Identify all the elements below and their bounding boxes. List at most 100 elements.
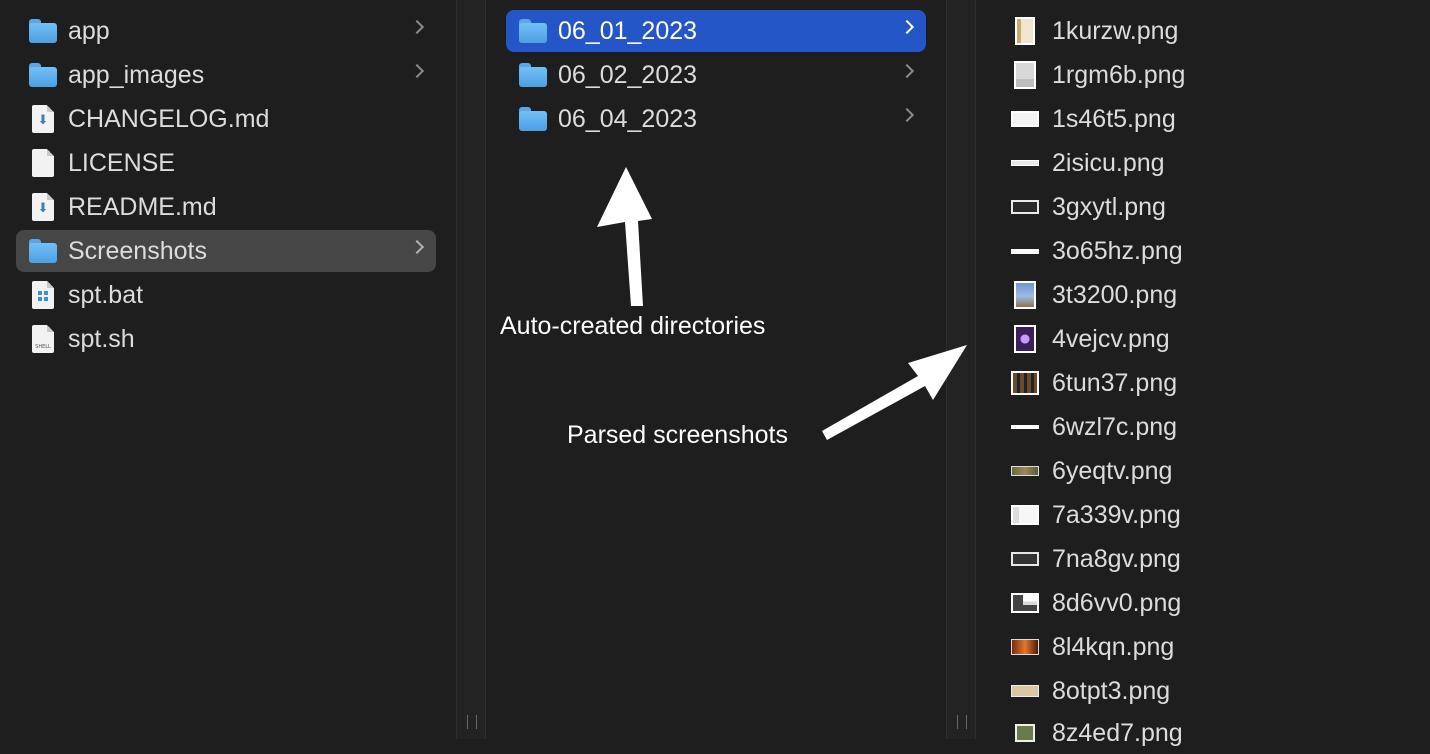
item-label: 6tun37.png [1052,368,1178,397]
item-label: 4vejcv.png [1052,324,1170,353]
item-label: 1rgm6b.png [1052,60,1186,89]
folder-icon [518,106,548,132]
item-label: 06_01_2023 [558,16,698,45]
image-thumbnail-icon [1010,236,1040,266]
column-root: app app_images ⬇ CHANGELOG.md LICENSE ⬇ … [0,0,456,739]
item-license-file[interactable]: LICENSE [16,142,436,184]
item-label: 8z4ed7.png [1052,718,1183,747]
file-row[interactable]: 1s46t5.png [996,98,1416,140]
chevron-right-icon [899,63,915,79]
file-row[interactable]: 8d6vv0.png [996,582,1416,624]
image-thumbnail-icon [1010,412,1040,442]
image-thumbnail-icon [1010,148,1040,178]
item-changelog-file[interactable]: ⬇ CHANGELOG.md [16,98,436,140]
item-label: 8otpt3.png [1052,676,1171,705]
item-label: 3t3200.png [1052,280,1178,309]
image-thumbnail-icon [1010,104,1040,134]
column-resize-handle[interactable] [456,0,486,739]
item-label: CHANGELOG.md [68,104,270,133]
shell-badge: SHELL [35,344,51,350]
item-label: 7a339v.png [1052,500,1181,529]
item-label: 1kurzw.png [1052,16,1179,45]
item-spt-bat-file[interactable]: spt.bat [16,274,436,316]
item-label: 7na8gv.png [1052,544,1181,573]
item-label: Screenshots [68,236,207,265]
item-screenshots-folder[interactable]: Screenshots [16,230,436,272]
file-row[interactable]: 6yeqtv.png [996,450,1416,492]
image-thumbnail-icon [1010,60,1040,90]
markdown-file-icon: ⬇ [32,193,54,221]
folder-icon [518,62,548,88]
file-row[interactable]: 6wzl7c.png [996,406,1416,448]
file-row[interactable]: 8l4kqn.png [996,626,1416,668]
image-thumbnail-icon [1010,718,1040,748]
column-screenshots: 06_01_2023 06_02_2023 06_04_2023 [486,0,946,739]
folder-icon [28,18,58,44]
item-label: spt.sh [68,324,135,353]
item-label: app [68,16,110,45]
item-label: 6wzl7c.png [1052,412,1178,441]
item-folder-06-02-2023[interactable]: 06_02_2023 [506,54,926,96]
folder-icon [28,62,58,88]
chevron-right-icon [409,63,425,79]
file-row[interactable]: 3t3200.png [996,274,1416,316]
file-row[interactable]: 6tun37.png [996,362,1416,404]
image-thumbnail-icon [1010,500,1040,530]
file-icon [32,149,54,177]
item-app-folder[interactable]: app [16,10,436,52]
resize-grip-icon [957,715,967,729]
image-thumbnail-icon [1010,588,1040,618]
item-folder-06-01-2023[interactable]: 06_01_2023 [506,10,926,52]
resize-grip-icon [467,715,477,729]
image-thumbnail-icon [1010,368,1040,398]
item-label: LICENSE [68,148,175,177]
item-readme-file[interactable]: ⬇ README.md [16,186,436,228]
item-label: app_images [68,60,205,89]
folder-icon [518,18,548,44]
file-row[interactable]: 1kurzw.png [996,10,1416,52]
image-thumbnail-icon [1010,632,1040,662]
column-resize-handle[interactable] [946,0,976,739]
file-row[interactable]: 4vejcv.png [996,318,1416,360]
markdown-file-icon: ⬇ [32,105,54,133]
item-label: 8l4kqn.png [1052,632,1175,661]
annotation-directories: Auto-created directories [500,312,766,340]
chevron-right-icon [899,107,915,123]
item-spt-sh-file[interactable]: SHELL spt.sh [16,318,436,360]
batch-file-icon [32,281,54,309]
item-label: spt.bat [68,280,144,309]
item-label: 1s46t5.png [1052,104,1176,133]
item-label: 6yeqtv.png [1052,456,1173,485]
image-thumbnail-icon [1010,324,1040,354]
item-label: 8d6vv0.png [1052,588,1182,617]
image-thumbnail-icon [1010,192,1040,222]
column-06-01-2023: 1kurzw.png 1rgm6b.png 1s46t5.png 2isicu.… [976,0,1430,747]
file-row[interactable]: 2isicu.png [996,142,1416,184]
file-row[interactable]: 3gxytl.png [996,186,1416,228]
file-row[interactable]: 1rgm6b.png [996,54,1416,96]
item-label: 3gxytl.png [1052,192,1166,221]
item-label: README.md [68,192,217,221]
image-thumbnail-icon [1010,676,1040,706]
item-label: 06_04_2023 [558,104,698,133]
item-app-images-folder[interactable]: app_images [16,54,436,96]
image-thumbnail-icon [1010,16,1040,46]
shell-script-icon: SHELL [32,325,54,353]
item-label: 06_02_2023 [558,60,698,89]
chevron-right-icon [409,19,425,35]
item-label: 2isicu.png [1052,148,1165,177]
image-thumbnail-icon [1010,280,1040,310]
chevron-right-icon [899,19,915,35]
file-row[interactable]: 7a339v.png [996,494,1416,536]
item-label: 3o65hz.png [1052,236,1183,265]
file-row[interactable]: 8otpt3.png [996,670,1416,712]
annotation-screenshots: Parsed screenshots [567,421,788,449]
image-thumbnail-icon [1010,456,1040,486]
file-row[interactable]: 8z4ed7.png [996,712,1416,754]
image-thumbnail-icon [1010,544,1040,574]
folder-icon [28,238,58,264]
chevron-right-icon [409,239,425,255]
item-folder-06-04-2023[interactable]: 06_04_2023 [506,98,926,140]
file-row[interactable]: 7na8gv.png [996,538,1416,580]
file-row[interactable]: 3o65hz.png [996,230,1416,272]
